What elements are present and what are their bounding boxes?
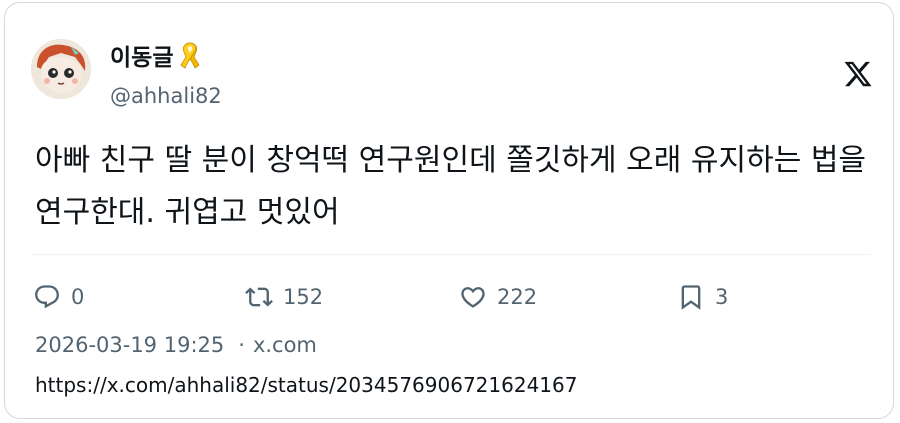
tweet-meta: 2026-03-19 19:25 · x.com (35, 333, 317, 357)
x-logo-icon[interactable] (843, 59, 873, 89)
user-handle[interactable]: @ahhali82 (110, 84, 222, 108)
timestamp[interactable]: 2026-03-19 19:25 (35, 333, 224, 357)
bookmark-icon (681, 285, 701, 310)
source-domain[interactable]: x.com (253, 333, 317, 357)
tweet-url[interactable]: https://x.com/ahhali82/status/2034576906… (35, 373, 577, 397)
like-count: 222 (497, 285, 538, 309)
action-bar: 0 152 222 3 (5, 279, 895, 319)
tweet-text: 아빠 친구 딸 분이 창억떡 연구원인데 쫄깃하게 오래 유지하는 법을 연구한… (35, 143, 867, 230)
display-name-row[interactable]: 이동글 (110, 38, 203, 72)
retweet-icon (245, 287, 273, 307)
bookmark-count: 3 (715, 285, 729, 309)
retweet-button[interactable]: 152 (245, 279, 323, 315)
reply-count: 0 (71, 285, 85, 309)
yellow-ribbon-icon (177, 40, 203, 70)
reply-button[interactable]: 0 (33, 279, 84, 315)
bookmark-button[interactable]: 3 (677, 279, 728, 315)
avatar[interactable] (31, 39, 91, 99)
meta-separator: · (238, 333, 245, 357)
like-button[interactable]: 222 (459, 279, 537, 315)
divider (31, 254, 871, 255)
heart-icon (461, 287, 485, 308)
display-name[interactable]: 이동글 (110, 38, 173, 72)
tweet-card: 이동글 @ahhali82 아빠 친구 딸 분이 창억떡 연구원인데 쫄깃하게 … (4, 2, 894, 419)
retweet-count: 152 (283, 285, 324, 309)
reply-icon (35, 285, 59, 309)
